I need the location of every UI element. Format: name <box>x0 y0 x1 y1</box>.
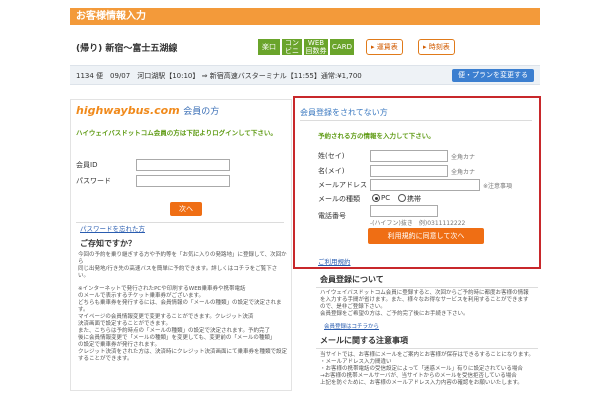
info-line: どちらも乗車券を発行するには、会員情報の「メールの種類」の設定で決定されます。 <box>78 300 282 313</box>
info-line: 同じ出発地/行き先の高速バスを簡単に予約できます。詳しくはコチラをご覧下さい。 <box>78 266 278 279</box>
sei-label: 姓(セイ) <box>318 152 345 160</box>
page-title-bar: お客様情報入力 <box>70 8 540 25</box>
change-plan-button[interactable]: 便・プランを変更する <box>452 69 534 82</box>
member-id-label: 会員ID <box>76 161 98 169</box>
email-label: メールアドレス <box>318 181 367 189</box>
route-title: (帰り) 新宿～富士五湖線 <box>76 44 178 54</box>
fare-table-label: 運賃表 <box>376 43 398 51</box>
email-hint[interactable]: ※注意事項 <box>483 181 512 190</box>
info-line: また、こちらは予約時点の「メールの種類」の設定で決定されます。予約完了 <box>78 328 270 334</box>
info-title: ご存知ですか？ <box>80 239 136 248</box>
forgot-password-link[interactable]: パスワードを忘れた方 <box>80 223 145 233</box>
phone-input[interactable] <box>370 205 438 217</box>
member-next-button[interactable]: 次へ <box>170 202 202 216</box>
info-text: 今回の予約を乗り継ぎする方や予約等を「お気に入りの発路地」に登録して、次回から … <box>78 252 288 363</box>
mail-notice-title: メールに関する注意事項 <box>320 336 408 345</box>
mail-line: ・メールアドレス入力間違い <box>320 359 392 365</box>
signup-text: ハイウェイバスドットコム会員に登録すると、次回からご予約時に都度お客様の情報 を… <box>320 290 538 318</box>
sei-hint: 全角カナ <box>451 154 476 161</box>
badge-web-ticket: WEB 回数券 <box>304 39 328 55</box>
member-logo: highwaybus.com 会員の方 <box>76 104 219 117</box>
phone-hint: -(ハイフン)抜き 例)0311112222 <box>370 220 466 227</box>
password-input[interactable] <box>136 175 230 187</box>
sei-input[interactable] <box>370 150 448 162</box>
trip-info: 1134 便 09/07 河口湖駅【10:10】 ⇒ 新宿高速バスターミナル【1… <box>76 72 362 80</box>
info-line: マイページの会員情報変更で変更することができます。クレジット決済 <box>78 314 254 320</box>
info-line: 今回の予約を乗り継ぎする方や予約等を「お気に入りの発路地」に登録して、次回から <box>78 252 287 265</box>
signup-link[interactable]: 会員登録はコチラから <box>324 322 379 330</box>
badge-konbini: コンビニ <box>282 39 302 55</box>
mailtype-pc-label: PC <box>381 194 391 202</box>
mail-notice-text: 当サイトでは、お客様にメールをご案内とお客様が保存はできるすることになります。 … <box>320 352 538 387</box>
info-line: 決済画面で設定することができます。 <box>78 321 171 327</box>
logo-text: highwaybus.com <box>76 104 180 117</box>
fare-table-button[interactable]: ▸ 運賃表 <box>366 39 403 55</box>
info-line: クレジット決済をされた方は、決済時にクレジット決済画面にて乗車券を種類で設定 <box>78 349 288 355</box>
agree-next-button[interactable]: 利用規約に同意して次へ <box>368 228 484 244</box>
page-title: お客様情報入力 <box>76 11 146 22</box>
info-line: の設定で乗車券が発行されます。 <box>78 342 160 348</box>
guest-form-title: 会員登録をされてない方 <box>300 108 388 117</box>
timetable-button[interactable]: ▸ 時刻表 <box>418 39 455 55</box>
email-input[interactable] <box>370 179 480 191</box>
info-line: 後に会員情報変更で「メールの種類」を変更しても、変更前の「メールの種類」 <box>78 335 276 341</box>
divider <box>300 120 532 121</box>
signup-title: 会員登録について <box>320 275 384 284</box>
mei-hint: 全角カナ <box>451 169 476 176</box>
mail-line: ・お客様の携帯電話の受信設定によって「迷惑メール」有りに設定されている場合 <box>320 366 523 372</box>
info-line: することができます。 <box>78 356 133 362</box>
badge-card: CARD <box>330 39 354 55</box>
mei-label: 名(メイ) <box>318 167 345 175</box>
member-login-note: ハイウェイバスドットコム会員の方は下記よりログインして下さい。 <box>76 129 277 137</box>
timetable-label: 時刻表 <box>428 43 450 51</box>
mailtype-label: メールの種類 <box>318 195 360 203</box>
guest-form-note: 予約される方の情報を入力して下さい。 <box>318 132 435 140</box>
member-id-input[interactable] <box>136 159 230 171</box>
password-label: パスワード <box>76 177 111 185</box>
mailtype-pc-radio[interactable] <box>372 194 380 202</box>
phone-label: 電話番号 <box>318 212 346 220</box>
mail-line: 当サイトでは、お客様にメールをご案内とお客様が保存はできるすることになります。 <box>320 352 534 358</box>
terms-link[interactable]: ご利用規約 <box>318 256 351 266</box>
mailtype-mobile-label: 携帯 <box>407 195 421 203</box>
route-bar: (帰り) 新宿～富士五湖線 楽口 コンビニ WEB 回数券 CARD ▸ 運賃表… <box>70 35 540 61</box>
divider <box>316 287 538 288</box>
divider <box>316 348 538 349</box>
signup-line: 会員登録をご希望の方は、ご予約完了後にお手続き下さい。 <box>320 311 469 317</box>
mail-line: 上記を防ぐために、お客様のメールアドレス入力内容の確認をお願いいたします。 <box>320 380 523 386</box>
badge-rakuguchi: 楽口 <box>258 39 280 55</box>
trip-info-bar: 1134 便 09/07 河口湖駅【10:10】 ⇒ 新宿高速バスターミナル【1… <box>70 65 540 85</box>
signup-line: ハイウェイバスドットコム会員に登録すると、次回からご予約時に都度お客様の情報 <box>320 290 529 296</box>
info-line: ※インターネットで発行されたPCや印刷するWEB乗車券や携帯電話 <box>78 286 246 292</box>
mei-input[interactable] <box>370 165 448 177</box>
mail-line: →お客様の携帯メールサーバが、当サイトからのメールを受信拒否している場合 <box>320 373 517 379</box>
mailtype-mobile-radio[interactable] <box>398 194 406 202</box>
logo-subtitle: 会員の方 <box>183 107 220 117</box>
signup-line: ので、是非ご登録下さい。 <box>320 304 386 310</box>
signup-line: を入力する手間が省けます。また、様々なお得なサービスを利用することができます <box>320 297 529 303</box>
info-line: のメールで表示するチケット乗車券がございます。 <box>78 293 204 299</box>
